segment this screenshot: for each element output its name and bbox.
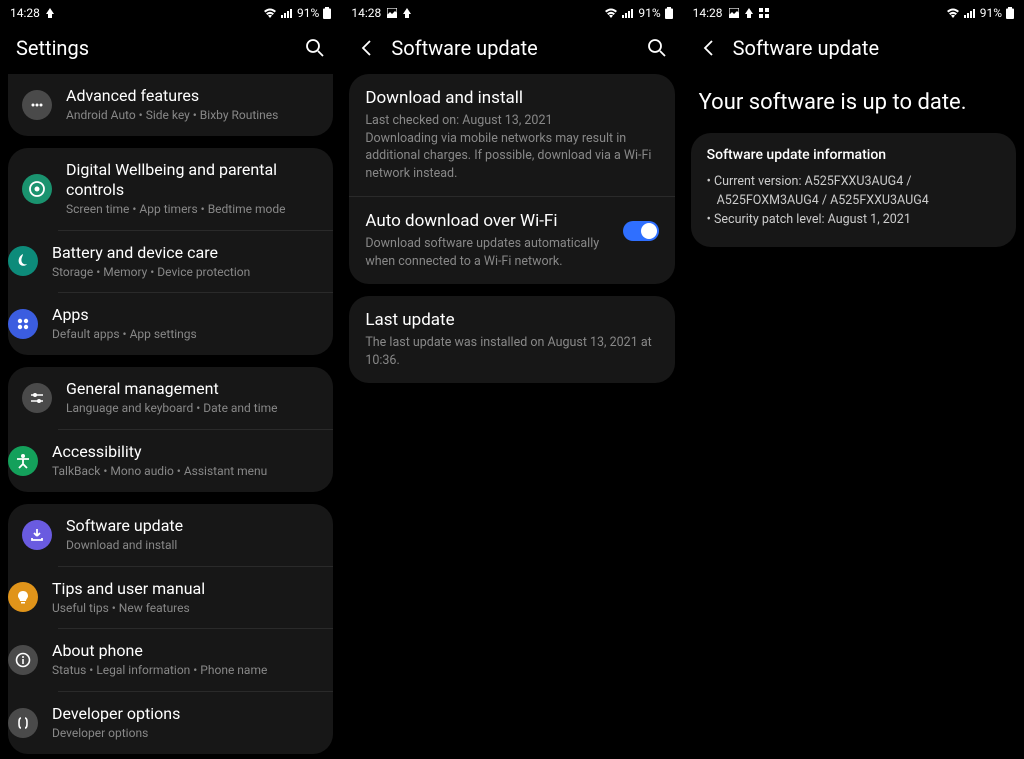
row-title: Accessibility	[52, 442, 319, 462]
row-title: Developer options	[52, 704, 319, 724]
screenshot-icon	[729, 8, 739, 18]
page-title: Software update	[391, 36, 632, 60]
row-sub: Download and install	[66, 537, 319, 554]
back-icon[interactable]	[699, 38, 719, 58]
back-icon[interactable]	[357, 38, 377, 58]
signal-icon	[622, 8, 634, 18]
page-title: Settings	[16, 36, 291, 60]
detail-title: Last update	[365, 310, 658, 330]
page-title: Software update	[733, 36, 1008, 60]
battery-percent: 91%	[980, 6, 1002, 20]
settings-item-software-update[interactable]: Software updateDownload and install	[8, 504, 333, 566]
settings-group: Software updateDownload and installTips …	[8, 504, 333, 754]
settings-item-apps[interactable]: AppsDefault apps • App settings	[58, 292, 333, 355]
software-update-status-screen: 14:28 91% Sof	[683, 0, 1024, 759]
row-sub: Useful tips • New features	[52, 600, 319, 617]
row-sub: Screen time • App timers • Bedtime mode	[66, 201, 319, 218]
wifi-icon	[946, 8, 960, 18]
settings-item-battery-and-device-care[interactable]: Battery and device careStorage • Memory …	[58, 230, 333, 293]
settings-item-accessibility[interactable]: AccessibilityTalkBack • Mono audio • Ass…	[58, 429, 333, 492]
status-bar: 14:28 91%	[341, 0, 682, 26]
battery-percent: 91%	[638, 6, 660, 20]
info-line: Security patch level: August 1, 2021	[707, 211, 1000, 230]
settings-item-general-management[interactable]: General managementLanguage and keyboard …	[8, 367, 333, 429]
apps-icon	[759, 8, 769, 18]
status-bar: 14:28 91%	[683, 0, 1024, 26]
signal-icon	[281, 8, 293, 18]
notification-icon	[46, 8, 54, 18]
row-title: Battery and device care	[52, 243, 319, 263]
row-sub: Status • Legal information • Phone name	[52, 662, 319, 679]
settings-item-advanced-features[interactable]: Advanced featuresAndroid Auto • Side key…	[8, 74, 333, 136]
row-title: Advanced features	[66, 86, 319, 106]
info-line: Current version: A525FXXU3AUG4 / A525FOX…	[707, 173, 1000, 211]
battery-icon	[1006, 7, 1014, 19]
status-time: 14:28	[10, 6, 40, 20]
settings-screen: 14:28 91% Settings Advanced featuresAndr…	[0, 0, 341, 759]
row-title: About phone	[52, 641, 319, 661]
settings-group: Digital Wellbeing and parental controlsS…	[8, 148, 333, 355]
status-time: 14:28	[693, 6, 723, 20]
row-title: Digital Wellbeing and parental controls	[66, 160, 319, 200]
search-icon[interactable]	[647, 38, 667, 58]
info-icon	[8, 645, 38, 675]
row-sub: TalkBack • Mono audio • Assistant menu	[52, 463, 319, 480]
last-update-group: Last update The last update was installed…	[349, 296, 674, 383]
bulb-icon	[8, 582, 38, 612]
update-info-card: Software update information Current vers…	[691, 133, 1016, 247]
row-title: Software update	[66, 516, 319, 536]
row-sub: Android Auto • Side key • Bixby Routines	[66, 107, 319, 124]
signal-icon	[964, 8, 976, 18]
settings-group: General managementLanguage and keyboard …	[8, 367, 333, 492]
battery-icon	[323, 7, 331, 19]
search-icon[interactable]	[305, 38, 325, 58]
detail-sub: The last update was installed on August …	[365, 334, 658, 369]
row-title: Apps	[52, 305, 319, 325]
software-update-screen: 14:28 91% Software update	[341, 0, 682, 759]
battery-percent: 91%	[297, 6, 319, 20]
screenshot-icon	[387, 8, 397, 18]
detail-sub: Download software updates automatically …	[365, 235, 612, 270]
toggle-switch[interactable]	[623, 221, 659, 241]
battery-icon	[8, 246, 38, 276]
update-option-download-and-install[interactable]: Download and install Last checked on: Aug…	[349, 74, 674, 196]
update-status-headline: Your software is up to date.	[683, 74, 1024, 133]
settings-item-developer-options[interactable]: Developer optionsDeveloper options	[58, 691, 333, 754]
header: Software update	[683, 26, 1024, 74]
status-bar: 14:28 91%	[0, 0, 341, 26]
row-title: General management	[66, 379, 319, 399]
wifi-icon	[263, 8, 277, 18]
row-sub: Developer options	[52, 725, 319, 742]
settings-item-digital-wellbeing-and-parental-controls[interactable]: Digital Wellbeing and parental controlsS…	[8, 148, 333, 230]
header: Settings	[0, 26, 341, 74]
row-sub: Default apps • App settings	[52, 326, 319, 343]
row-sub: Storage • Memory • Device protection	[52, 264, 319, 281]
wifi-icon	[604, 8, 618, 18]
notification-icon	[745, 8, 753, 18]
settings-group: Advanced featuresAndroid Auto • Side key…	[8, 74, 333, 136]
dots-icon	[22, 90, 52, 120]
header: Software update	[341, 26, 682, 74]
status-time: 14:28	[351, 6, 381, 20]
dev-icon	[8, 708, 38, 738]
row-sub: Language and keyboard • Date and time	[66, 400, 319, 417]
detail-title: Download and install	[365, 88, 658, 108]
settings-item-about-phone[interactable]: About phoneStatus • Legal information • …	[58, 628, 333, 691]
update-option-last-update[interactable]: Last update The last update was installed…	[349, 296, 674, 383]
accessibility-icon	[8, 446, 38, 476]
notification-icon	[403, 8, 411, 18]
detail-title: Auto download over Wi-Fi	[365, 211, 612, 231]
row-title: Tips and user manual	[52, 579, 319, 599]
update-options-group: Download and install Last checked on: Aug…	[349, 74, 674, 284]
apps-icon	[8, 309, 38, 339]
settings-item-tips-and-user-manual[interactable]: Tips and user manualUseful tips • New fe…	[58, 566, 333, 629]
detail-sub: Last checked on: August 13, 2021 Downloa…	[365, 112, 658, 182]
sliders-icon	[22, 383, 52, 413]
battery-icon	[665, 7, 673, 19]
update-option-auto-download-over-wi-fi[interactable]: Auto download over Wi-Fi Download softwar…	[349, 196, 674, 284]
wellbeing-icon	[22, 174, 52, 204]
info-card-title: Software update information	[707, 147, 1000, 163]
update-icon	[22, 520, 52, 550]
